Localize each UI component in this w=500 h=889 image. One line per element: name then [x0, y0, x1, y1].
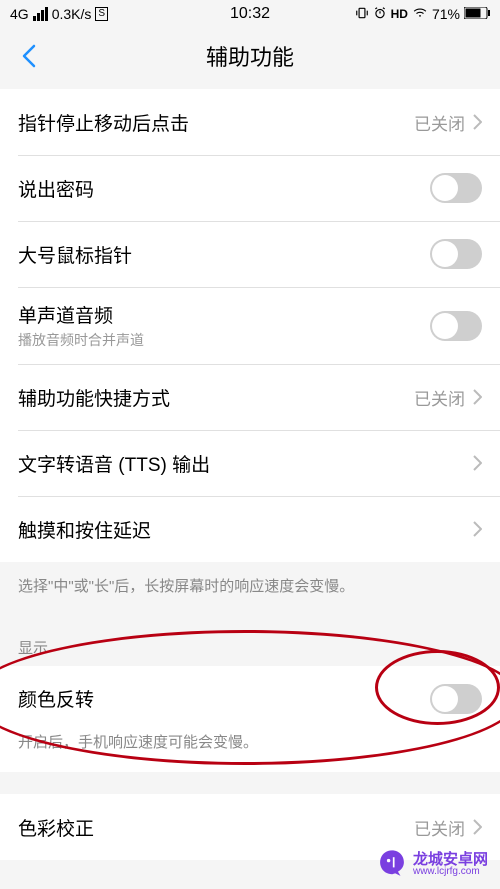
wifi-icon — [412, 6, 428, 23]
row-value: 已关闭 — [414, 385, 465, 410]
row-color-invert[interactable]: 颜色反转 — [0, 666, 500, 732]
network-type: 4G — [10, 6, 29, 22]
back-button[interactable] — [12, 39, 46, 73]
chevron-right-icon — [473, 819, 482, 835]
row-color-correct[interactable]: 色彩校正 已关闭 — [0, 794, 500, 860]
sim-icon: S — [95, 7, 108, 21]
row-touch-hold[interactable]: 触摸和按住延迟 — [0, 496, 500, 562]
row-label: 文字转语音 (TTS) 输出 — [18, 450, 210, 477]
signal-icon — [33, 7, 48, 21]
row-speak-password[interactable]: 说出密码 — [0, 155, 500, 221]
chevron-left-icon — [22, 44, 36, 68]
chevron-right-icon — [473, 521, 482, 537]
row-label: 颜色反转 — [18, 685, 94, 712]
status-bar: 4G 0.3K/s S 10:32 HD 71% — [0, 0, 500, 28]
row-label: 单声道音频 — [18, 301, 144, 328]
row-mono-audio[interactable]: 单声道音频 播放音频时合并声道 — [0, 287, 500, 364]
hd-icon: HD — [391, 7, 408, 21]
toggle-large-cursor[interactable] — [430, 239, 482, 269]
alarm-icon — [373, 6, 387, 23]
row-label: 色彩校正 — [18, 814, 94, 841]
vibrate-icon — [355, 6, 369, 23]
toggle-mono-audio[interactable] — [430, 311, 482, 341]
row-label: 说出密码 — [18, 175, 94, 202]
row-shortcut[interactable]: 辅助功能快捷方式 已关闭 — [0, 364, 500, 430]
header: 辅助功能 — [0, 28, 500, 83]
row-label: 辅助功能快捷方式 — [18, 384, 170, 411]
settings-list: 指针停止移动后点击 已关闭 说出密码 大号鼠标指针 单声道音频 播放音频时合并声… — [0, 89, 500, 860]
row-label: 指针停止移动后点击 — [18, 109, 189, 136]
battery-icon — [464, 6, 490, 22]
data-speed: 0.3K/s — [52, 6, 92, 22]
chevron-right-icon — [473, 389, 482, 405]
page-title: 辅助功能 — [206, 40, 294, 72]
row-large-cursor[interactable]: 大号鼠标指针 — [0, 221, 500, 287]
chevron-right-icon — [473, 455, 482, 471]
row-label: 大号鼠标指针 — [18, 241, 132, 268]
toggle-color-invert[interactable] — [430, 684, 482, 714]
spacer — [0, 772, 500, 794]
row-pointer-click[interactable]: 指针停止移动后点击 已关闭 — [0, 89, 500, 155]
status-right: HD 71% — [355, 6, 490, 23]
row-tts[interactable]: 文字转语音 (TTS) 输出 — [0, 430, 500, 496]
status-left: 4G 0.3K/s S — [10, 6, 108, 22]
touch-hold-hint: 选择"中"或"长"后，长按屏幕时的响应速度会变慢。 — [0, 562, 500, 615]
color-invert-hint: 开启后，手机响应速度可能会变慢。 — [0, 732, 500, 773]
section-display: 显示 — [0, 615, 500, 666]
row-value: 已关闭 — [414, 110, 465, 135]
row-value: 已关闭 — [414, 815, 465, 840]
chevron-right-icon — [473, 114, 482, 130]
status-time: 10:32 — [230, 5, 270, 23]
battery-percent: 71% — [432, 6, 460, 22]
toggle-speak-password[interactable] — [430, 173, 482, 203]
row-sublabel: 播放音频时合并声道 — [18, 330, 144, 350]
watermark-url: www.lcjrfg.com — [413, 867, 488, 877]
row-label: 触摸和按住延迟 — [18, 516, 151, 543]
